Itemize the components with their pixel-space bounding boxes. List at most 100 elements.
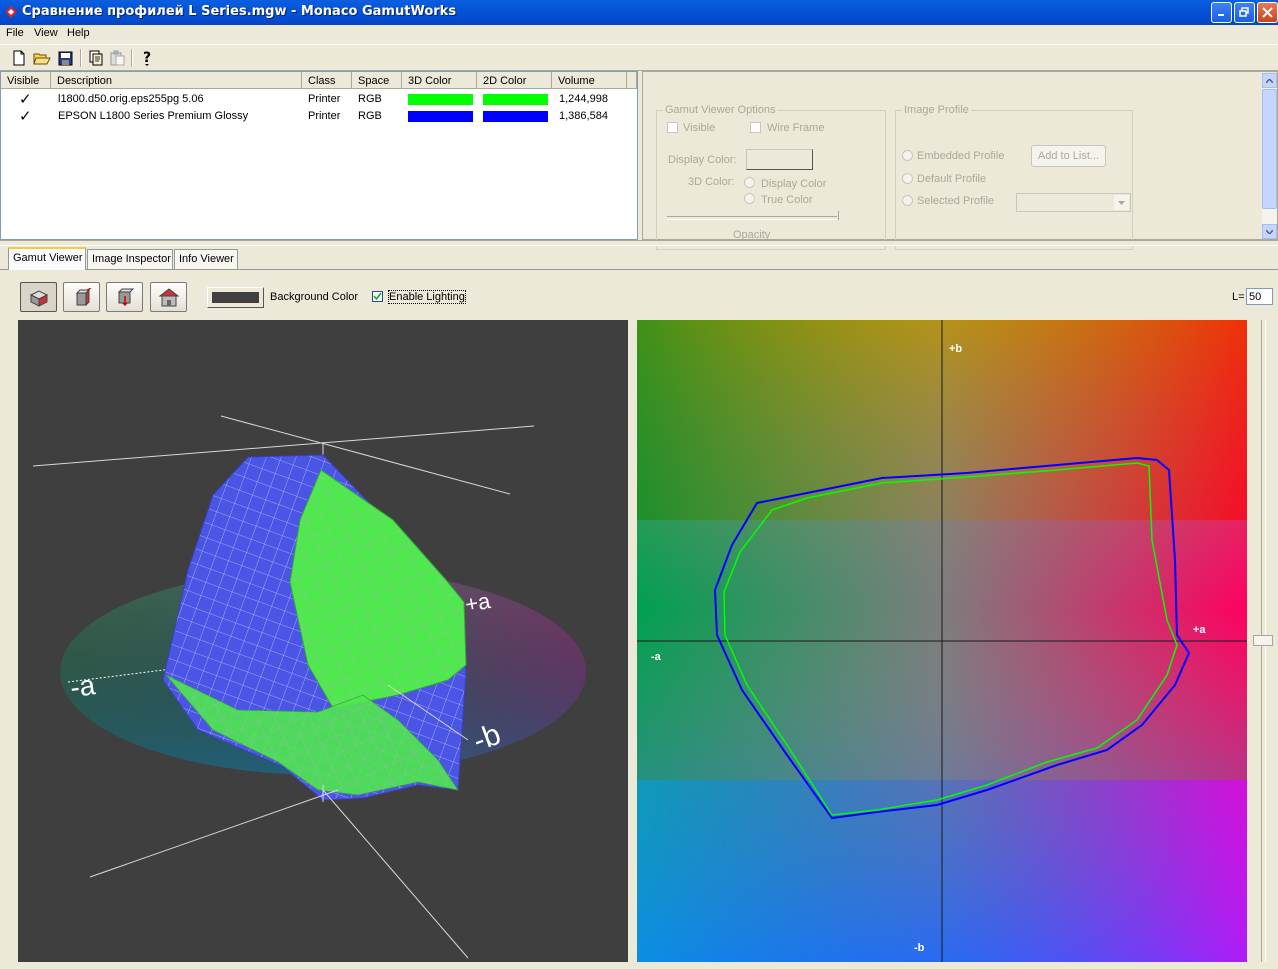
l-slider[interactable] [1253, 320, 1273, 962]
visible-label: Visible [683, 122, 716, 134]
help-button[interactable]: ? [137, 48, 157, 68]
toolbar-separator [131, 49, 133, 67]
profile-space: RGB [358, 110, 382, 122]
color-swatch-2d[interactable] [483, 94, 548, 105]
gamut-viewer-options-group: Gamut Viewer Options Visible Wire Frame … [656, 104, 886, 250]
column-header-filler [627, 72, 637, 89]
color-swatch-3d[interactable] [408, 94, 473, 105]
default-profile-label: Default Profile [917, 173, 987, 185]
close-icon [1262, 7, 1273, 18]
column-header-space[interactable]: Space [352, 72, 402, 89]
profile-volume: 1,244,998 [559, 93, 608, 105]
axis-label-minus-b: -b [914, 942, 925, 954]
chevron-down-icon [1266, 229, 1273, 234]
view-top-button[interactable] [106, 282, 143, 312]
tab-image-inspector[interactable]: Image Inspector [87, 249, 173, 269]
tab-info-viewer[interactable]: Info Viewer [174, 249, 238, 269]
profile-class: Printer [308, 93, 341, 105]
scroll-up-button[interactable] [1262, 73, 1277, 88]
new-icon [13, 50, 25, 66]
column-header-description[interactable]: Description [51, 72, 302, 89]
menu-view[interactable]: View [34, 27, 58, 39]
gamut-3d-view[interactable]: -a +a -b [18, 320, 628, 962]
add-to-list-label: Add to List... [1037, 150, 1100, 162]
add-to-list-button[interactable]: Add to List... [1031, 145, 1106, 167]
menu-help[interactable]: Help [67, 27, 90, 39]
save-button[interactable] [55, 48, 75, 68]
embedded-profile-radio[interactable] [902, 150, 913, 161]
scroll-down-button[interactable] [1262, 224, 1277, 239]
title-bar: Сравнение профилей L Series.mgw - Monaco… [0, 0, 1278, 25]
table-row[interactable]: ✓ EPSON L1800 Series Premium Glossy Prin… [1, 107, 637, 125]
gamut-2d-canvas[interactable]: +b -b +a -a [637, 320, 1247, 962]
menu-file[interactable]: File [6, 27, 24, 39]
close-button[interactable] [1257, 2, 1278, 23]
visible-checkmark[interactable]: ✓ [19, 90, 32, 108]
display-color-label: Display Color: [668, 154, 737, 166]
default-profile-radio[interactable] [902, 173, 913, 184]
scroll-thumb[interactable] [1262, 89, 1277, 209]
toolbar-separator [80, 49, 82, 67]
minimize-icon [1218, 14, 1224, 16]
gamut-solid-green [289, 469, 467, 709]
gamut-2d-view[interactable]: +b -b +a -a [637, 320, 1247, 962]
paste-button[interactable] [107, 48, 127, 68]
profile-space: RGB [358, 93, 382, 105]
restore-button[interactable] [1234, 2, 1255, 23]
toolbar: ? [0, 44, 1278, 71]
profile-description: EPSON L1800 Series Premium Glossy [58, 110, 249, 122]
wire-frame-checkbox[interactable] [750, 122, 761, 133]
opacity-slider[interactable] [667, 216, 837, 220]
axis-label-minus-a: -a [651, 651, 662, 663]
save-icon [58, 51, 72, 65]
table-row[interactable]: ✓ l1800.d50.orig.eps255pg 5.06 Printer R… [1, 90, 637, 108]
background-color-button[interactable] [207, 287, 264, 308]
display-color-button[interactable] [746, 149, 813, 170]
paste-icon [110, 50, 125, 66]
view-3d-mode-button[interactable] [20, 282, 57, 312]
tab-gamut-viewer[interactable]: Gamut Viewer [8, 247, 86, 270]
visible-checkbox[interactable] [667, 122, 678, 133]
color-swatch-2d[interactable] [483, 111, 548, 122]
image-profile-group: Image Profile Embedded Profile Add to Li… [895, 104, 1133, 250]
minimize-button[interactable] [1211, 2, 1232, 23]
gamut-3d-canvas[interactable]: -a +a -b [18, 320, 628, 962]
enable-lighting-label[interactable]: Enable Lighting [388, 290, 466, 304]
l-value-input[interactable] [1246, 288, 1273, 305]
cube-top-icon [117, 288, 135, 307]
svg-text:?: ? [143, 50, 151, 66]
visible-checkmark[interactable]: ✓ [19, 107, 32, 125]
opacity-slider-thumb[interactable] [835, 211, 839, 220]
tab-strip-line [0, 269, 1278, 270]
column-header-volume[interactable]: Volume [552, 72, 627, 89]
wire-frame-label: Wire Frame [767, 122, 825, 134]
panel-splitter[interactable] [0, 240, 1278, 246]
new-button[interactable] [9, 48, 29, 68]
enable-lighting-checkbox[interactable] [372, 291, 383, 302]
profile-volume: 1,386,584 [559, 110, 608, 122]
copy-button[interactable] [85, 48, 105, 68]
color-swatch-3d[interactable] [408, 111, 473, 122]
column-header-class[interactable]: Class [302, 72, 352, 89]
open-button[interactable] [32, 48, 52, 68]
options-panel: Gamut Viewer Options Visible Wire Frame … [642, 71, 1278, 250]
true-color-radio[interactable] [744, 193, 755, 204]
view-home-button[interactable] [150, 282, 187, 312]
embedded-profile-label: Embedded Profile [917, 150, 1005, 162]
group-title: Image Profile [902, 104, 971, 116]
view-side-button[interactable] [63, 282, 100, 312]
display-color-radio[interactable] [744, 177, 755, 188]
column-header-visible[interactable]: Visible [1, 72, 51, 89]
profile-description: l1800.d50.orig.eps255pg 5.06 [58, 93, 204, 105]
chevron-up-icon [1266, 78, 1273, 83]
selected-profile-radio[interactable] [902, 195, 913, 206]
column-header-3d-color[interactable]: 3D Color [402, 72, 477, 89]
profile-table: Visible Description Class Space 3D Color… [0, 71, 638, 240]
axis-label-plus-b: +b [949, 343, 962, 355]
column-header-2d-color[interactable]: 2D Color [477, 72, 552, 89]
options-scrollbar[interactable] [1262, 73, 1277, 239]
profile-select[interactable] [1016, 193, 1131, 212]
help-icon: ? [143, 50, 151, 66]
3d-color-label: 3D Color: [688, 176, 735, 188]
l-slider-thumb[interactable] [1253, 635, 1273, 646]
